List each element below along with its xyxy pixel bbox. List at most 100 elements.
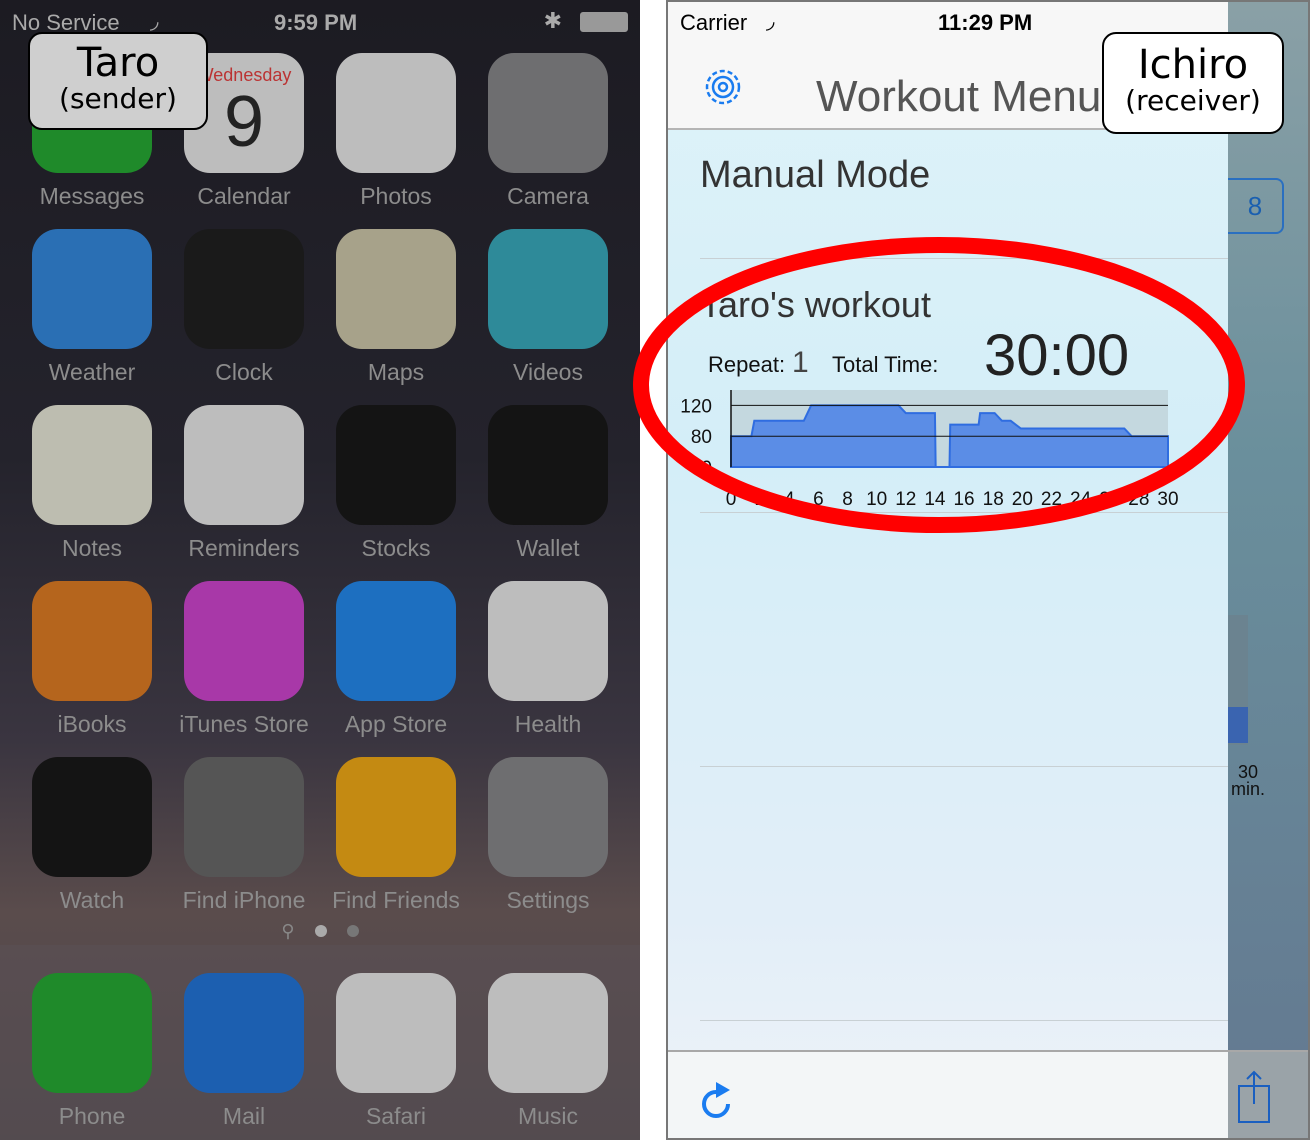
settings-icon xyxy=(488,757,608,877)
dock: Phone Mail Safari Music xyxy=(0,945,640,1140)
app-music[interactable]: Music xyxy=(472,973,624,1130)
maps-icon xyxy=(336,229,456,349)
app-label: Music xyxy=(517,1103,579,1129)
app-videos[interactable]: Videos xyxy=(472,229,624,386)
status-time: 9:59 PM xyxy=(274,10,358,35)
app-label: Safari xyxy=(365,1103,427,1129)
highlight-ellipse xyxy=(633,237,1245,533)
app-label: App Store xyxy=(344,711,448,737)
receiver-callout: Ichiro (receiver) xyxy=(1102,32,1284,134)
watch-icon xyxy=(32,757,152,877)
app-label: Find Friends xyxy=(332,887,460,913)
app-label: Messages xyxy=(39,183,145,209)
find-friends-icon xyxy=(336,757,456,877)
notes-icon xyxy=(32,405,152,525)
app-find-friends[interactable]: Find Friends xyxy=(320,757,472,914)
mail-icon xyxy=(184,973,304,1093)
app-label: Calendar xyxy=(197,183,291,209)
app-label: Mail xyxy=(222,1103,266,1129)
side-axis-label: 30 min. xyxy=(1230,763,1266,798)
safari-icon xyxy=(336,973,456,1093)
app-label: Phone xyxy=(58,1103,126,1129)
badge: 8 xyxy=(1228,178,1284,234)
callout-name: Ichiro xyxy=(1137,42,1249,88)
app-label: Weather xyxy=(48,359,136,385)
stocks-icon xyxy=(336,405,456,525)
app-photos[interactable]: Photos xyxy=(320,53,472,210)
app-label: Reminders xyxy=(188,535,300,561)
app-mail[interactable]: Mail xyxy=(168,973,320,1130)
app-store-icon xyxy=(336,581,456,701)
wallet-icon xyxy=(488,405,608,525)
clock-icon xyxy=(184,229,304,349)
app-label: Wallet xyxy=(516,535,580,561)
background-view: 8 30 min. xyxy=(1228,2,1308,1138)
app-health[interactable]: Health xyxy=(472,581,624,738)
manual-mode-row[interactable]: Manual Mode xyxy=(700,154,930,197)
share-toolbar xyxy=(1228,1050,1308,1138)
wifi-icon: ◞ xyxy=(150,8,159,33)
page-dot[interactable] xyxy=(346,925,359,938)
app-camera[interactable]: Camera xyxy=(472,53,624,210)
app-label: Notes xyxy=(61,535,123,561)
app-label: Clock xyxy=(215,359,273,385)
callout-role: (sender) xyxy=(59,82,177,115)
settings-gear-icon[interactable] xyxy=(698,62,748,112)
app-weather[interactable]: Weather xyxy=(16,229,168,386)
page-indicator[interactable]: ⚲ xyxy=(0,920,640,942)
health-icon xyxy=(488,581,608,701)
bluetooth-icon: ✱ xyxy=(543,8,562,33)
app-watch[interactable]: Watch xyxy=(16,757,168,914)
spotlight-search-icon[interactable]: ⚲ xyxy=(281,921,294,942)
app-maps[interactable]: Maps xyxy=(320,229,472,386)
videos-icon xyxy=(488,229,608,349)
app-stocks[interactable]: Stocks xyxy=(320,405,472,562)
app-notes[interactable]: Notes xyxy=(16,405,168,562)
reminders-icon xyxy=(184,405,304,525)
music-icon xyxy=(488,973,608,1093)
app-settings[interactable]: Settings xyxy=(472,757,624,914)
app-safari[interactable]: Safari xyxy=(320,973,472,1130)
nav-title: Workout Menu xyxy=(816,72,1102,121)
status-time: 11:29 PM xyxy=(938,10,1033,35)
sender-callout: Taro (sender) xyxy=(28,32,208,130)
ibooks-icon xyxy=(32,581,152,701)
page-dot[interactable] xyxy=(314,925,327,938)
find-iphone-icon xyxy=(184,757,304,877)
app-label: Maps xyxy=(367,359,425,385)
callout-role: (receiver) xyxy=(1125,84,1261,117)
app-label: Photos xyxy=(360,183,432,209)
toolbar xyxy=(668,1050,1228,1138)
itunes-store-icon xyxy=(184,581,304,701)
left-phone-home-screen: No Service ◞ 9:59 PM ✱ Messages Wednesday… xyxy=(0,0,640,1140)
carrier-label: Carrier xyxy=(680,10,748,35)
phone-icon xyxy=(32,973,152,1093)
app-itunes-store[interactable]: iTunes Store xyxy=(168,581,320,738)
app-phone[interactable]: Phone xyxy=(16,973,168,1130)
app-label: Videos xyxy=(513,359,583,385)
wifi-icon: ◞ xyxy=(766,8,775,33)
app-label: iTunes Store xyxy=(179,711,309,737)
chart-bar-fragment xyxy=(1228,707,1248,743)
refresh-icon[interactable] xyxy=(696,1074,740,1120)
app-reminders[interactable]: Reminders xyxy=(168,405,320,562)
right-phone-app: 8 30 min. Carrier ◞ 11:29 PM Workout Men… xyxy=(666,0,1310,1140)
divider xyxy=(700,1020,1228,1021)
app-app-store[interactable]: App Store xyxy=(320,581,472,738)
app-label: Camera xyxy=(507,183,589,209)
app-label: Settings xyxy=(506,887,590,913)
app-label: Watch xyxy=(59,887,125,913)
app-clock[interactable]: Clock xyxy=(168,229,320,386)
share-icon[interactable] xyxy=(1234,1070,1274,1126)
divider xyxy=(700,766,1228,767)
app-label: iBooks xyxy=(57,711,127,737)
app-wallet[interactable]: Wallet xyxy=(472,405,624,562)
app-label: Health xyxy=(514,711,582,737)
workout-menu-panel: Carrier ◞ 11:29 PM Workout Menu Manual M… xyxy=(668,2,1228,1138)
camera-icon xyxy=(488,53,608,173)
app-ibooks[interactable]: iBooks xyxy=(16,581,168,738)
app-find-iphone[interactable]: Find iPhone xyxy=(168,757,320,914)
callout-name: Taro xyxy=(76,40,160,86)
app-label: Stocks xyxy=(361,535,431,561)
app-label: Find iPhone xyxy=(182,887,306,913)
